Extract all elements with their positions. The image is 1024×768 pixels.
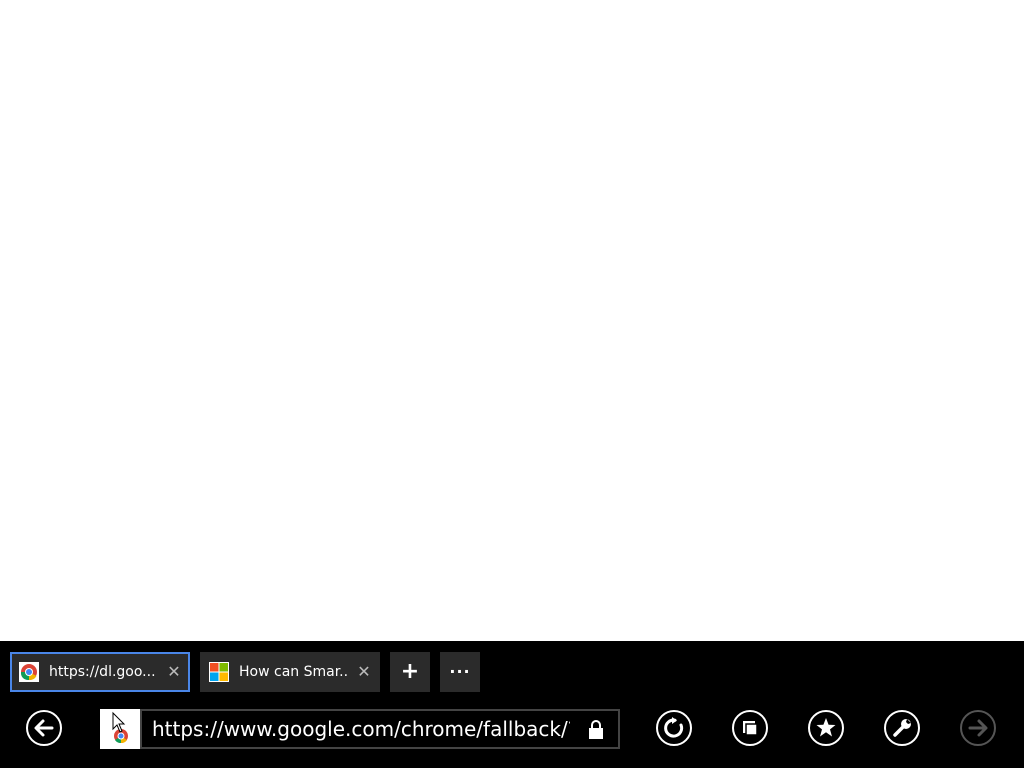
web-page-content [0,0,1024,641]
close-tab-icon[interactable]: ✕ [354,662,374,682]
back-arrow-icon [34,719,54,737]
tab-how-can-smar[interactable]: How can Smar... ✕ [200,652,380,692]
refresh-button[interactable] [656,710,692,746]
tab-options-button[interactable]: ··· [440,652,480,692]
chrome-icon [19,662,39,682]
close-tab-icon[interactable]: ✕ [164,662,184,682]
site-icon-tile [100,709,140,749]
forward-arrow-icon [968,719,988,737]
forward-button[interactable] [960,710,996,746]
refresh-icon [664,717,684,738]
pin-to-start-button[interactable] [732,710,768,746]
pin-to-start-icon [743,721,758,736]
tab-title: How can Smar... [239,664,349,680]
tab-title: https://dl.goo... [49,664,156,680]
browser-app-bar: https://dl.goo... ✕ How can Smar... ✕ + … [0,641,1024,768]
wrench-icon [893,719,911,737]
chrome-installer-icon [112,711,128,744]
star-icon [816,718,836,737]
address-bar[interactable]: https://www.google.com/chrome/fallback/?… [140,709,620,749]
back-button[interactable] [26,710,62,746]
favorites-button[interactable] [808,710,844,746]
new-tab-button[interactable]: + [390,652,430,692]
windows-logo-icon [209,662,229,682]
tab-dl-google[interactable]: https://dl.goo... ✕ [10,652,190,692]
address-url[interactable]: https://www.google.com/chrome/fallback/?… [152,711,570,747]
page-tools-button[interactable] [884,710,920,746]
lock-icon [589,720,603,739]
